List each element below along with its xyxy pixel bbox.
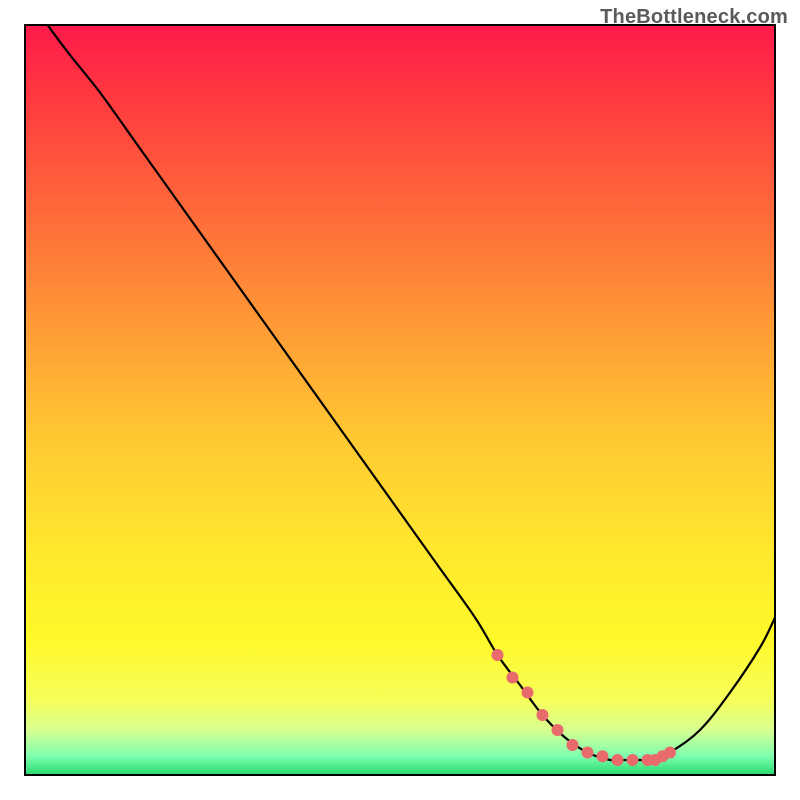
optimal-point [597, 750, 609, 762]
optimal-point [537, 709, 549, 721]
optimal-point [492, 649, 504, 661]
optimal-point [612, 754, 624, 766]
optimal-point [582, 747, 594, 759]
optimal-point [567, 739, 579, 751]
bottleneck-chart [0, 0, 800, 800]
optimal-point [522, 687, 534, 699]
optimal-point [507, 672, 519, 684]
watermark-label: TheBottleneck.com [600, 6, 788, 29]
plot-background [25, 25, 775, 775]
optimal-point [627, 754, 639, 766]
optimal-point [552, 724, 564, 736]
chart-container: TheBottleneck.com [0, 0, 800, 800]
optimal-point [664, 747, 676, 759]
